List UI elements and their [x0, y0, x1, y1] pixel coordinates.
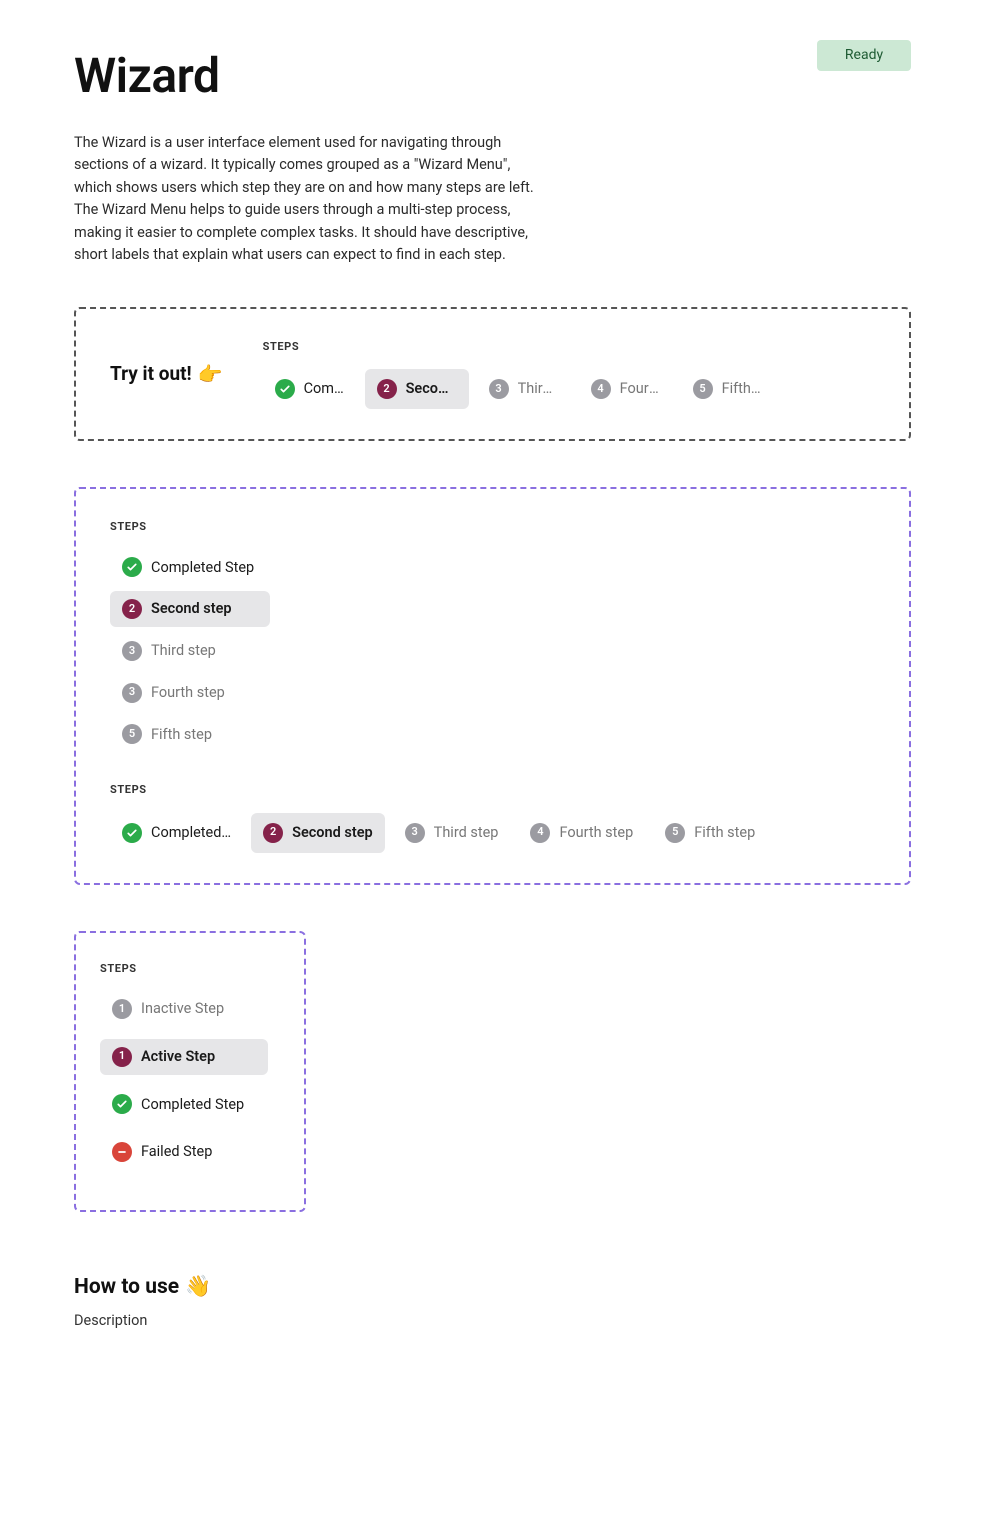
- wizard-vertical: Completed Step 2 Second step 3 Third ste…: [110, 550, 875, 753]
- step-number-badge: 5: [665, 823, 685, 843]
- check-icon: [112, 1094, 132, 1114]
- steps-heading: STEPS: [110, 782, 875, 799]
- wizard-step-inactive[interactable]: 1 Inactive Step: [100, 991, 268, 1027]
- check-icon: [275, 379, 295, 399]
- wizard-step-label: Fourth…: [620, 378, 661, 400]
- wizard-step[interactable]: 2 Second step: [251, 813, 385, 853]
- wizard-step[interactable]: 4 Fourth step: [518, 813, 645, 853]
- wizard-step-label: Fourth step: [151, 682, 225, 704]
- wizard-step-label: Fifth step: [151, 724, 212, 746]
- wizard-step-label: Active Step: [141, 1046, 215, 1068]
- tryit-text: Try it out!: [110, 360, 192, 389]
- page-title: Wizard: [74, 40, 220, 112]
- steps-heading: STEPS: [110, 519, 875, 536]
- header-row: Wizard Ready: [74, 40, 911, 112]
- howto-heading-text: How to use: [74, 1272, 179, 1304]
- wizard-step-label: Failed Step: [141, 1141, 212, 1163]
- steps-heading: STEPS: [100, 961, 280, 978]
- wizard-step-label: Fifth step: [694, 822, 755, 844]
- step-number-badge: 1: [112, 1047, 132, 1067]
- wizard-step-label: Second step: [292, 822, 373, 844]
- step-number-badge: 2: [377, 379, 397, 399]
- check-icon: [122, 557, 142, 577]
- wizard-step[interactable]: 5 Fifth step: [653, 813, 767, 853]
- step-number-badge: 4: [591, 379, 611, 399]
- wizard-step[interactable]: 5 Fifth step: [110, 717, 270, 753]
- howto-heading: How to use 👋: [74, 1272, 911, 1304]
- wizard-step[interactable]: 5 Fifth…: [681, 369, 773, 409]
- example-box-two: STEPS Completed Step 2 Second step 3 Thi…: [74, 487, 911, 885]
- wizard-step-failed[interactable]: Failed Step: [100, 1134, 268, 1170]
- wizard-step-label: Completed Step: [151, 557, 254, 579]
- step-number-badge: 1: [112, 999, 132, 1019]
- horizontal-steps-section: STEPS Completed… 2 Second step 3 Third s…: [110, 782, 875, 852]
- check-icon: [122, 823, 142, 843]
- wizard-step[interactable]: 3 Third step: [110, 633, 270, 669]
- wizard-step[interactable]: 4 Fourth…: [579, 369, 673, 409]
- wizard-step-label: Secon…: [406, 378, 457, 400]
- step-number-badge: 3: [405, 823, 425, 843]
- wizard-step-label: Fourth step: [559, 822, 633, 844]
- wizard-step[interactable]: 2 Secon…: [365, 369, 469, 409]
- vertical-steps-section: STEPS Completed Step 2 Second step 3 Thi…: [110, 519, 875, 752]
- wizard-step[interactable]: 3 Third…: [477, 369, 571, 409]
- wizard-step[interactable]: 3 Third step: [393, 813, 511, 853]
- minus-icon: [112, 1142, 132, 1162]
- wizard-step-label: Completed Step: [141, 1094, 244, 1116]
- step-number-badge: 3: [489, 379, 509, 399]
- example-box-states: STEPS 1 Inactive Step 1 Active Step Comp…: [74, 931, 306, 1213]
- wizard-step-label: Completed…: [151, 822, 231, 844]
- step-number-badge: 2: [263, 823, 283, 843]
- wizard-states: 1 Inactive Step 1 Active Step Completed …: [100, 991, 280, 1182]
- step-number-badge: 2: [122, 599, 142, 619]
- wizard-horizontal-tryit: Comple… 2 Secon… 3 Third… 4 Fourth… 5 Fi…: [263, 369, 773, 409]
- wizard-step[interactable]: 2 Second step: [110, 591, 270, 627]
- tryit-box: Try it out! 👉 STEPS Comple… 2 Secon… 3 T: [74, 307, 911, 441]
- step-number-badge: 3: [122, 683, 142, 703]
- wizard-horizontal: Completed… 2 Second step 3 Third step 4 …: [110, 813, 875, 853]
- wizard-step-label: Comple…: [304, 378, 345, 400]
- pointing-right-icon: 👉: [198, 359, 223, 389]
- step-number-badge: 4: [530, 823, 550, 843]
- wizard-step[interactable]: Comple…: [263, 369, 357, 409]
- wizard-step[interactable]: Completed…: [110, 813, 243, 853]
- tryit-steps-block: STEPS Comple… 2 Secon… 3 Third… 4: [263, 339, 773, 409]
- page-description: The Wizard is a user interface element u…: [74, 132, 544, 267]
- wizard-step-label: Second step: [151, 598, 232, 620]
- wizard-step-label: Third…: [518, 378, 559, 400]
- howto-sub: Description: [74, 1310, 911, 1332]
- step-number-badge: 5: [693, 379, 713, 399]
- wizard-step-completed[interactable]: Completed Step: [100, 1087, 268, 1123]
- wizard-step-label: Third step: [434, 822, 499, 844]
- wizard-step-active[interactable]: 1 Active Step: [100, 1039, 268, 1075]
- page-root: Wizard Ready The Wizard is a user interf…: [0, 0, 985, 1391]
- wizard-step-label: Third step: [151, 640, 216, 662]
- steps-heading: STEPS: [263, 339, 773, 356]
- wizard-step[interactable]: Completed Step: [110, 550, 270, 586]
- step-number-badge: 3: [122, 641, 142, 661]
- wizard-step-label: Fifth…: [722, 378, 761, 400]
- tryit-label: Try it out! 👉: [110, 359, 223, 389]
- wizard-step-label: Inactive Step: [141, 998, 224, 1020]
- wave-icon: 👋: [185, 1272, 211, 1304]
- step-number-badge: 5: [122, 724, 142, 744]
- status-badge: Ready: [817, 40, 911, 71]
- wizard-step[interactable]: 3 Fourth step: [110, 675, 270, 711]
